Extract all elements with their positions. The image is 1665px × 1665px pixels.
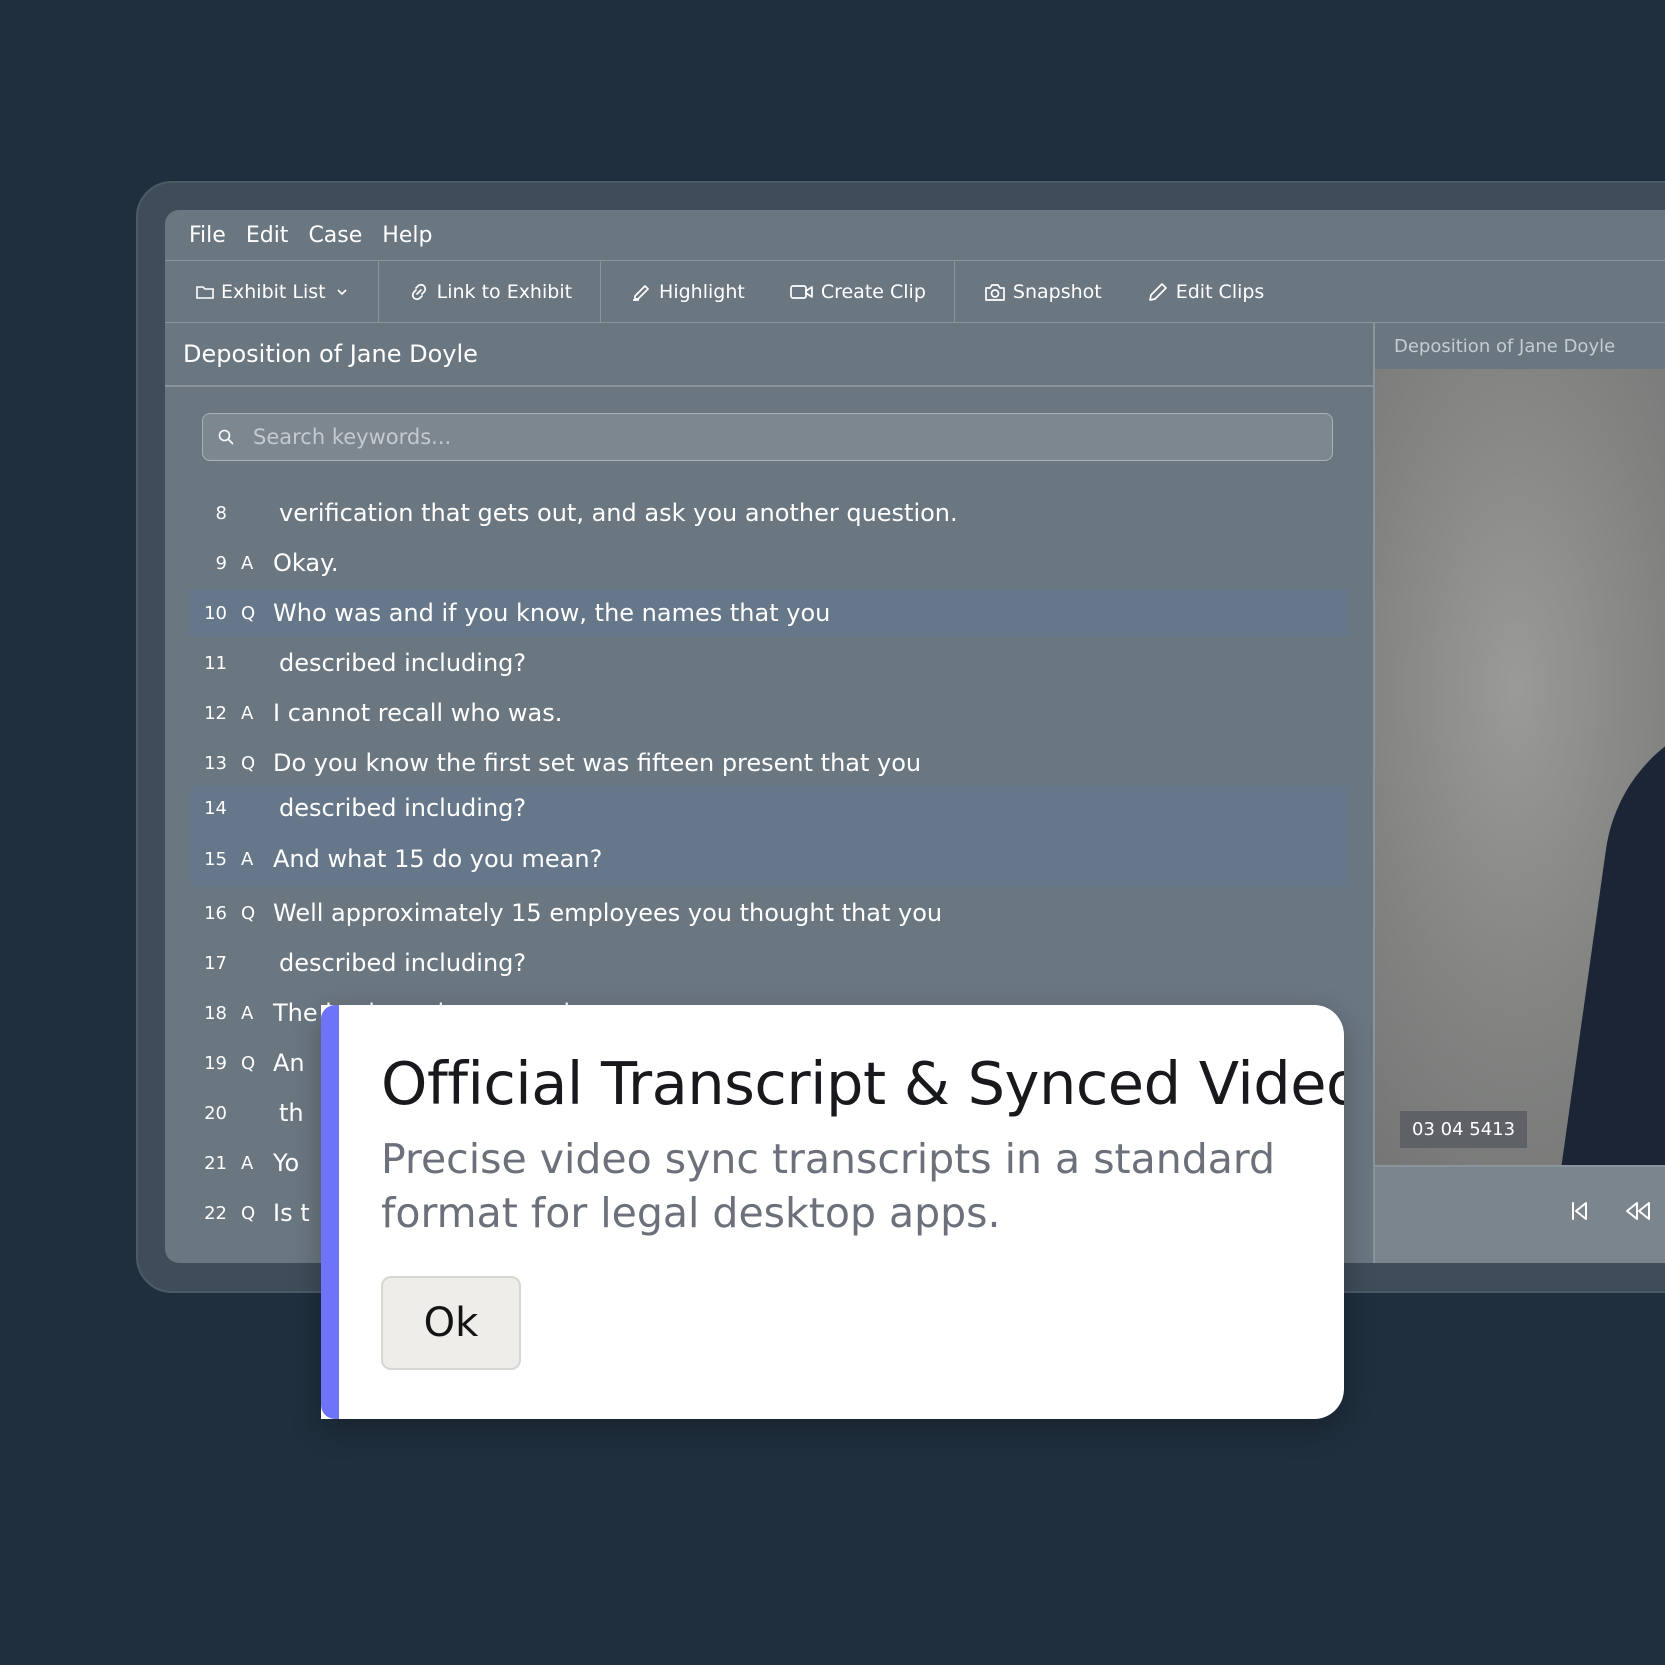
dialog-title: Official Transcript & Synced Video (381, 1049, 1344, 1118)
ok-button[interactable]: Ok (381, 1276, 521, 1370)
line-text: Do you know the first set was fifteen pr… (273, 749, 922, 777)
video-camera-icon (789, 284, 813, 299)
toolbar-group-link: Link to Exhibit (379, 261, 602, 322)
menu-edit[interactable]: Edit (246, 223, 289, 248)
line-number: 17 (204, 952, 227, 974)
pencil-icon (1148, 282, 1167, 301)
transcript-line[interactable]: 14 described including? (189, 785, 1349, 831)
speaker-label: Q (241, 602, 256, 624)
transcript-line[interactable]: 9 A Okay. (189, 539, 1349, 587)
camera-icon (985, 283, 1005, 301)
dialog-accent-bar (321, 1005, 339, 1419)
menu-bar: File Edit Case Help (165, 210, 1665, 261)
transcript-line[interactable]: 16 Q Well approximately 15 employees you t… (189, 889, 1349, 937)
line-text: described including? (279, 649, 527, 677)
video-frame[interactable]: 03 04 5413 (1375, 369, 1665, 1165)
link-to-exhibit-button[interactable]: Link to Exhibit (407, 280, 572, 304)
line-number: 22 (204, 1202, 227, 1224)
speaker-label: Q (241, 752, 256, 774)
create-clip-button[interactable]: Create Clip (789, 281, 926, 303)
speaker-label: A (241, 848, 254, 870)
speaker-label: A (241, 1002, 254, 1024)
line-text: Who was and if you know, the names that … (273, 599, 831, 627)
transcript-line[interactable]: 11 described including? (189, 639, 1349, 687)
line-number: 20 (204, 1102, 227, 1124)
link-icon (411, 283, 426, 300)
line-number: 9 (215, 552, 227, 574)
line-text: Okay. (273, 549, 339, 577)
highlight-label: Highlight (659, 280, 745, 303)
line-text: th (279, 1099, 304, 1127)
speaker-label: A (241, 1152, 254, 1174)
search-input[interactable] (251, 424, 1305, 450)
search-box[interactable] (202, 413, 1333, 461)
deponent-figure (1544, 691, 1665, 1165)
speaker-label: A (241, 552, 254, 574)
search-icon (218, 429, 234, 445)
video-title: Deposition of Jane Doyle (1375, 323, 1665, 369)
line-number: 15 (204, 848, 227, 870)
transcript-line[interactable]: 13 Q Do you know the first set was fifteen… (189, 739, 1349, 787)
timecode: 03 04 5413 (1400, 1111, 1528, 1148)
line-number: 18 (204, 1002, 227, 1024)
link-to-exhibit-label: Link to Exhibit (436, 280, 573, 303)
video-panel: Deposition of Jane Doyle 03 04 5413 (1375, 323, 1665, 1263)
rewind-icon[interactable] (1623, 1199, 1653, 1223)
line-number: 19 (204, 1052, 227, 1074)
snapshot-button[interactable]: Snapshot (983, 281, 1102, 303)
toolbar-group-snapshot: Snapshot Edit Clips (955, 261, 1292, 322)
menu-file[interactable]: File (189, 223, 226, 248)
snapshot-label: Snapshot (1012, 280, 1102, 303)
line-number: 11 (204, 652, 227, 674)
toolbar-group-exhibit-list: Exhibit List (165, 261, 379, 322)
speaker-label: Q (241, 902, 256, 924)
line-text: I cannot recall who was. (273, 699, 563, 727)
skip-back-icon[interactable] (1567, 1199, 1591, 1223)
line-number: 14 (204, 797, 227, 819)
toolbar-group-clips: Highlight Create Clip (601, 261, 955, 322)
info-dialog: Official Transcript & Synced Video Preci… (321, 1005, 1344, 1419)
line-text: Yo (273, 1149, 300, 1177)
line-number: 12 (204, 702, 227, 724)
line-text: verification that gets out, and ask you … (279, 499, 958, 527)
line-text: And what 15 do you mean? (273, 845, 603, 873)
line-number: 10 (204, 602, 227, 624)
line-number: 8 (215, 502, 227, 524)
line-number: 21 (204, 1152, 227, 1174)
line-text: Well approximately 15 employees you thou… (273, 899, 943, 927)
edit-clips-label: Edit Clips (1175, 280, 1265, 303)
transcript-line[interactable]: 17 described including? (189, 939, 1349, 987)
line-text: Is t (273, 1199, 310, 1227)
highlight-button[interactable]: Highlight (629, 280, 745, 304)
stage: File Edit Case Help Exhibit List Link to… (0, 0, 1665, 1665)
transcript-line[interactable]: 15 A And what 15 do you mean? (189, 831, 1349, 887)
speaker-label: Q (241, 1202, 256, 1224)
menu-help[interactable]: Help (382, 223, 432, 248)
exhibit-list-label: Exhibit List (221, 280, 326, 303)
video-controls (1375, 1165, 1665, 1263)
edit-clips-button[interactable]: Edit Clips (1146, 280, 1265, 304)
line-text: described including? (279, 794, 527, 822)
line-number: 16 (204, 902, 227, 924)
line-number: 13 (204, 752, 227, 774)
dialog-body: Precise video sync transcripts in a stan… (381, 1135, 1276, 1237)
speaker-label: Q (241, 1052, 256, 1074)
line-text: described including? (279, 949, 527, 977)
transcript-title: Deposition of Jane Doyle (165, 323, 1373, 387)
toolbar: Exhibit List Link to Exhibit Highlight C… (165, 261, 1665, 323)
line-text: An (273, 1049, 305, 1077)
folder-icon (196, 285, 214, 299)
speaker-label: A (241, 702, 254, 724)
transcript-line[interactable]: 12 A I cannot recall who was. (189, 689, 1349, 737)
highlighter-icon (633, 284, 649, 301)
transcript-line[interactable]: 8 verification that gets out, and ask you… (189, 489, 1349, 537)
chevron-down-icon (337, 288, 347, 295)
create-clip-label: Create Clip (820, 280, 926, 303)
menu-case[interactable]: Case (308, 223, 362, 248)
transcript-line[interactable]: 10 Q Who was and if you know, the names th… (189, 589, 1349, 637)
exhibit-list-dropdown[interactable]: Exhibit List (195, 281, 350, 303)
